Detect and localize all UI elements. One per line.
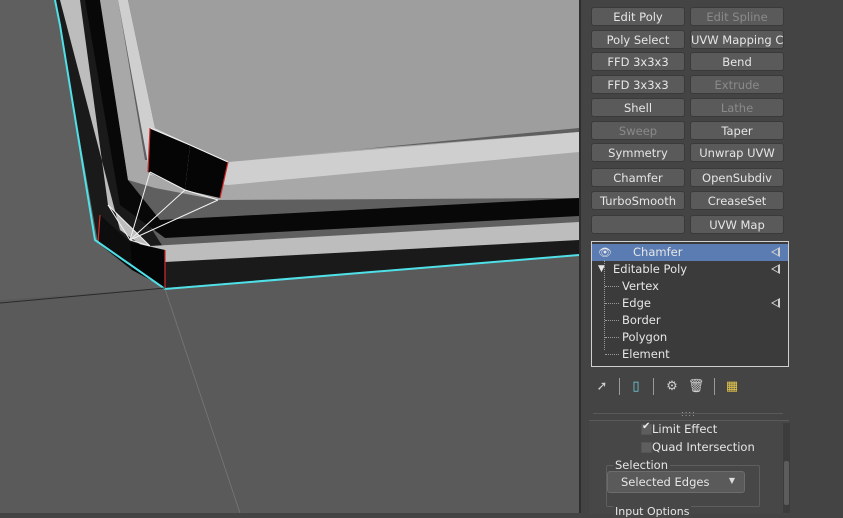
command-panel: Edit Poly Edit Spline Poly Select UVW Mappi… (581, 0, 843, 518)
modifier-button-bend[interactable]: Bend (690, 52, 784, 71)
stack-item-label: Editable Poly (613, 262, 688, 276)
viewport[interactable] (0, 0, 579, 513)
sub-object-element[interactable]: Element (592, 346, 788, 363)
sub-object-vertex[interactable]: Vertex (592, 278, 788, 295)
pin-stack-icon[interactable]: ➚ (593, 378, 611, 396)
show-end-result-icon[interactable]: ▯ (627, 378, 645, 396)
remove-modifier-icon[interactable]: 🗑 (687, 378, 705, 396)
toolbar-divider (653, 378, 654, 395)
toolbar-divider (714, 378, 715, 395)
selection-group-label: Selection (613, 458, 670, 472)
modifier-button-uvw-mapping-clear[interactable]: UVW Mapping Clear (690, 30, 784, 49)
configure-modifier-sets-icon[interactable]: ▦ (723, 378, 741, 396)
input-options-label: Input Options (613, 505, 692, 518)
sub-object-label: Edge (622, 296, 651, 310)
modifier-button-poly-select[interactable]: Poly Select (591, 30, 685, 49)
viewport-geometry[interactable] (0, 0, 579, 513)
modifier-button-taper[interactable]: Taper (690, 121, 784, 140)
limit-effect-label: Limit Effect (652, 422, 718, 436)
parameters-rollout: ✔ Limit Effect Quad Intersection Selecti… (589, 420, 789, 518)
scrollbar[interactable] (783, 423, 790, 513)
checkmark-icon: ✔ (642, 421, 651, 432)
eye-icon[interactable]: 👁 (598, 244, 612, 261)
stack-item-label: Chamfer (633, 245, 683, 259)
toolbar-divider (619, 378, 620, 395)
modifier-button-shell[interactable]: Shell (591, 98, 685, 117)
modifier-button-edit-poly[interactable]: Edit Poly (591, 7, 685, 26)
scrollbar-thumb[interactable] (784, 461, 789, 505)
drag-handle-icon[interactable]: :::: (681, 409, 696, 418)
modifier-stack[interactable]: 👁 Chamfer ▼ Editable Poly Vertex Edge Bo… (591, 241, 789, 367)
modifier-button-uvw-map[interactable]: UVW Map (690, 215, 784, 234)
modifier-button-turbosmooth[interactable]: TurboSmooth (591, 191, 685, 210)
modifier-button-sweep[interactable]: Sweep (591, 121, 685, 140)
stack-item-chamfer[interactable]: 👁 Chamfer (592, 244, 788, 261)
modifier-button-opensubdiv[interactable]: OpenSubdiv (690, 168, 784, 187)
quad-intersection-checkbox[interactable] (641, 442, 652, 453)
modifier-button-edit-spline[interactable]: Edit Spline (690, 7, 784, 26)
sub-object-label: Element (622, 347, 670, 361)
sub-object-edge[interactable]: Edge (592, 295, 788, 312)
limit-effect-checkbox[interactable]: ✔ (641, 421, 652, 435)
modifier-button-ffd-3x3x3[interactable]: FFD 3x3x3 (591, 52, 685, 71)
active-triangle-icon (771, 264, 780, 274)
dropdown-value: Selected Edges (621, 475, 710, 489)
sub-object-polygon[interactable]: Polygon (592, 329, 788, 346)
sub-object-label: Vertex (622, 279, 659, 293)
modifier-button-lathe[interactable]: Lathe (690, 98, 784, 117)
modifier-button-symmetry[interactable]: Symmetry (591, 143, 685, 162)
chevron-down-icon: ▼ (728, 476, 735, 485)
sub-object-border[interactable]: Border (592, 312, 788, 329)
modifier-button-extrude[interactable]: Extrude (690, 75, 784, 94)
modifier-button-chamfer[interactable]: Chamfer (591, 168, 685, 187)
active-triangle-icon (771, 247, 780, 257)
stack-item-editable-poly[interactable]: ▼ Editable Poly (592, 261, 788, 278)
active-triangle-icon (771, 298, 780, 308)
sub-object-label: Border (622, 313, 661, 327)
modifier-button-empty[interactable] (591, 215, 685, 234)
quad-intersection-label: Quad Intersection (652, 440, 755, 454)
modifier-button-ffd-3x3x3[interactable]: FFD 3x3x3 (591, 75, 685, 94)
sub-object-label: Polygon (622, 330, 668, 344)
modifier-button-unwrap-uvw[interactable]: Unwrap UVW (690, 143, 784, 162)
make-unique-icon[interactable]: ⚙ (663, 378, 681, 396)
selection-dropdown[interactable]: Selected Edges ▼ (607, 471, 745, 493)
modifier-button-creaseset[interactable]: CreaseSet (690, 191, 784, 210)
